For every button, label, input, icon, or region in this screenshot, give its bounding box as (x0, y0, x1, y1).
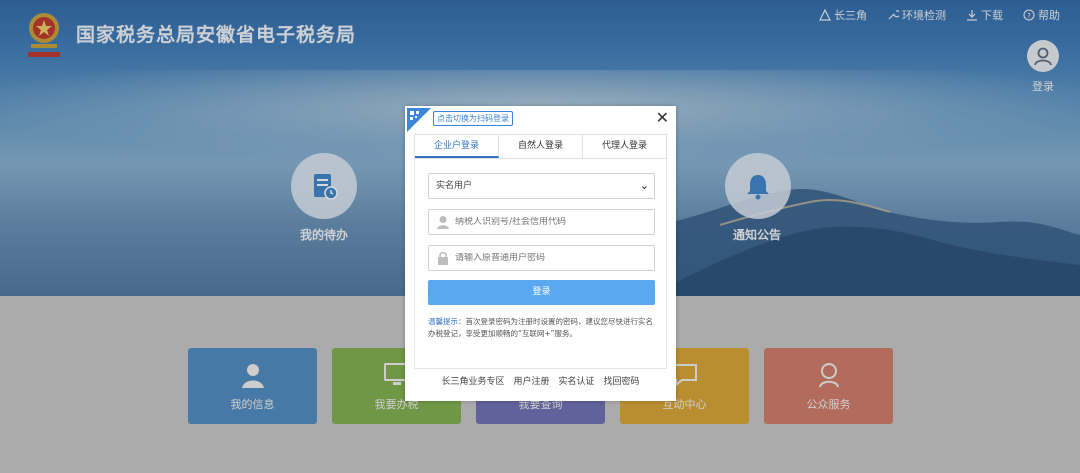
top-link-download[interactable]: 下载 (966, 7, 1003, 23)
triangle-icon (819, 9, 831, 21)
password-field[interactable] (428, 245, 655, 271)
user-icon (241, 364, 264, 388)
notice-button[interactable] (725, 153, 791, 219)
login-avatar-button[interactable] (1027, 40, 1059, 72)
link-user-register[interactable]: 用户注册 (513, 374, 549, 387)
tile-my-info[interactable]: 我的信息 (188, 348, 317, 424)
taxpayer-id-input[interactable] (455, 217, 650, 227)
bell-icon (747, 175, 769, 200)
taxpayer-id-field[interactable] (428, 209, 655, 235)
notice-label: 通知公告 (733, 228, 782, 242)
person-icon (433, 212, 453, 232)
user-type-selected: 实名用户 (436, 181, 473, 191)
login-submit-button[interactable]: 登录 (428, 280, 655, 305)
tile-label: 我的信息 (230, 398, 275, 411)
password-input[interactable] (455, 253, 650, 263)
top-link-label: 环境检测 (902, 9, 946, 22)
login-form-panel: 实名用户 ⌄ 登录 温馨提示：首次登录密码为注册时设置的密码，建议您尽快进行实名… (414, 159, 667, 369)
link-recover-password[interactable]: 找回密码 (604, 374, 640, 387)
login-modal: 点击切换为扫码登录 ✕ 企业户登录 自然人登录 代理人登录 实名用户 ⌄ 登录 … (405, 106, 676, 401)
service-icon (818, 363, 839, 388)
wrench-icon (888, 10, 899, 20)
download-icon (967, 10, 977, 21)
tip-label: 温馨提示 (428, 317, 458, 326)
help-circle-icon: ? (1023, 9, 1035, 21)
login-link[interactable]: 登录 (1032, 78, 1054, 94)
user-icon (1034, 47, 1052, 66)
top-link-changsanjiao[interactable]: 长三角 (819, 7, 867, 23)
user-type-select[interactable]: 实名用户 ⌄ (428, 173, 655, 199)
lock-icon (433, 248, 453, 268)
modal-footer-links: 长三角业务专区 用户注册 实名认证 找回密码 (405, 374, 676, 387)
top-link-label: 下载 (981, 9, 1003, 22)
todo-document-icon (314, 174, 338, 200)
top-links: 长三角 环境检测 下载 ? 帮助 (819, 7, 1060, 23)
close-icon[interactable]: ✕ (656, 108, 669, 128)
chevron-down-icon: ⌄ (639, 179, 649, 192)
my-todo-label: 我的待办 (300, 228, 349, 242)
site-title: 国家税务总局安徽省电子税务局 (76, 24, 357, 46)
tab-individual-login[interactable]: 自然人登录 (499, 135, 583, 158)
my-todo-button[interactable] (291, 153, 357, 219)
svg-text:?: ? (1027, 12, 1031, 20)
link-real-name-auth[interactable]: 实名认证 (559, 374, 595, 387)
link-yangtze-delta-zone[interactable]: 长三角业务专区 (441, 374, 504, 387)
top-link-label: 帮助 (1038, 9, 1060, 22)
top-link-help[interactable]: ? 帮助 (1023, 7, 1060, 23)
top-link-environment-check[interactable]: 环境检测 (887, 7, 946, 23)
qr-code-icon[interactable] (407, 108, 431, 132)
qr-login-switch-tip[interactable]: 点击切换为扫码登录 (433, 111, 513, 126)
tip-body: ：首次登录密码为注册时设置的密码，建议您尽快进行实名办税登记，享受更加顺畅的“互… (428, 317, 653, 338)
tab-agent-login[interactable]: 代理人登录 (583, 135, 666, 158)
tip-text: 温馨提示：首次登录密码为注册时设置的密码，建议您尽快进行实名办税登记，享受更加顺… (428, 316, 658, 340)
tax-emblem-logo (28, 13, 60, 57)
top-link-label: 长三角 (834, 9, 867, 22)
tile-public-service[interactable]: 公众服务 (764, 348, 893, 424)
login-tabs: 企业户登录 自然人登录 代理人登录 (414, 134, 667, 159)
tile-label: 公众服务 (806, 398, 851, 411)
tab-enterprise-login[interactable]: 企业户登录 (415, 135, 499, 158)
